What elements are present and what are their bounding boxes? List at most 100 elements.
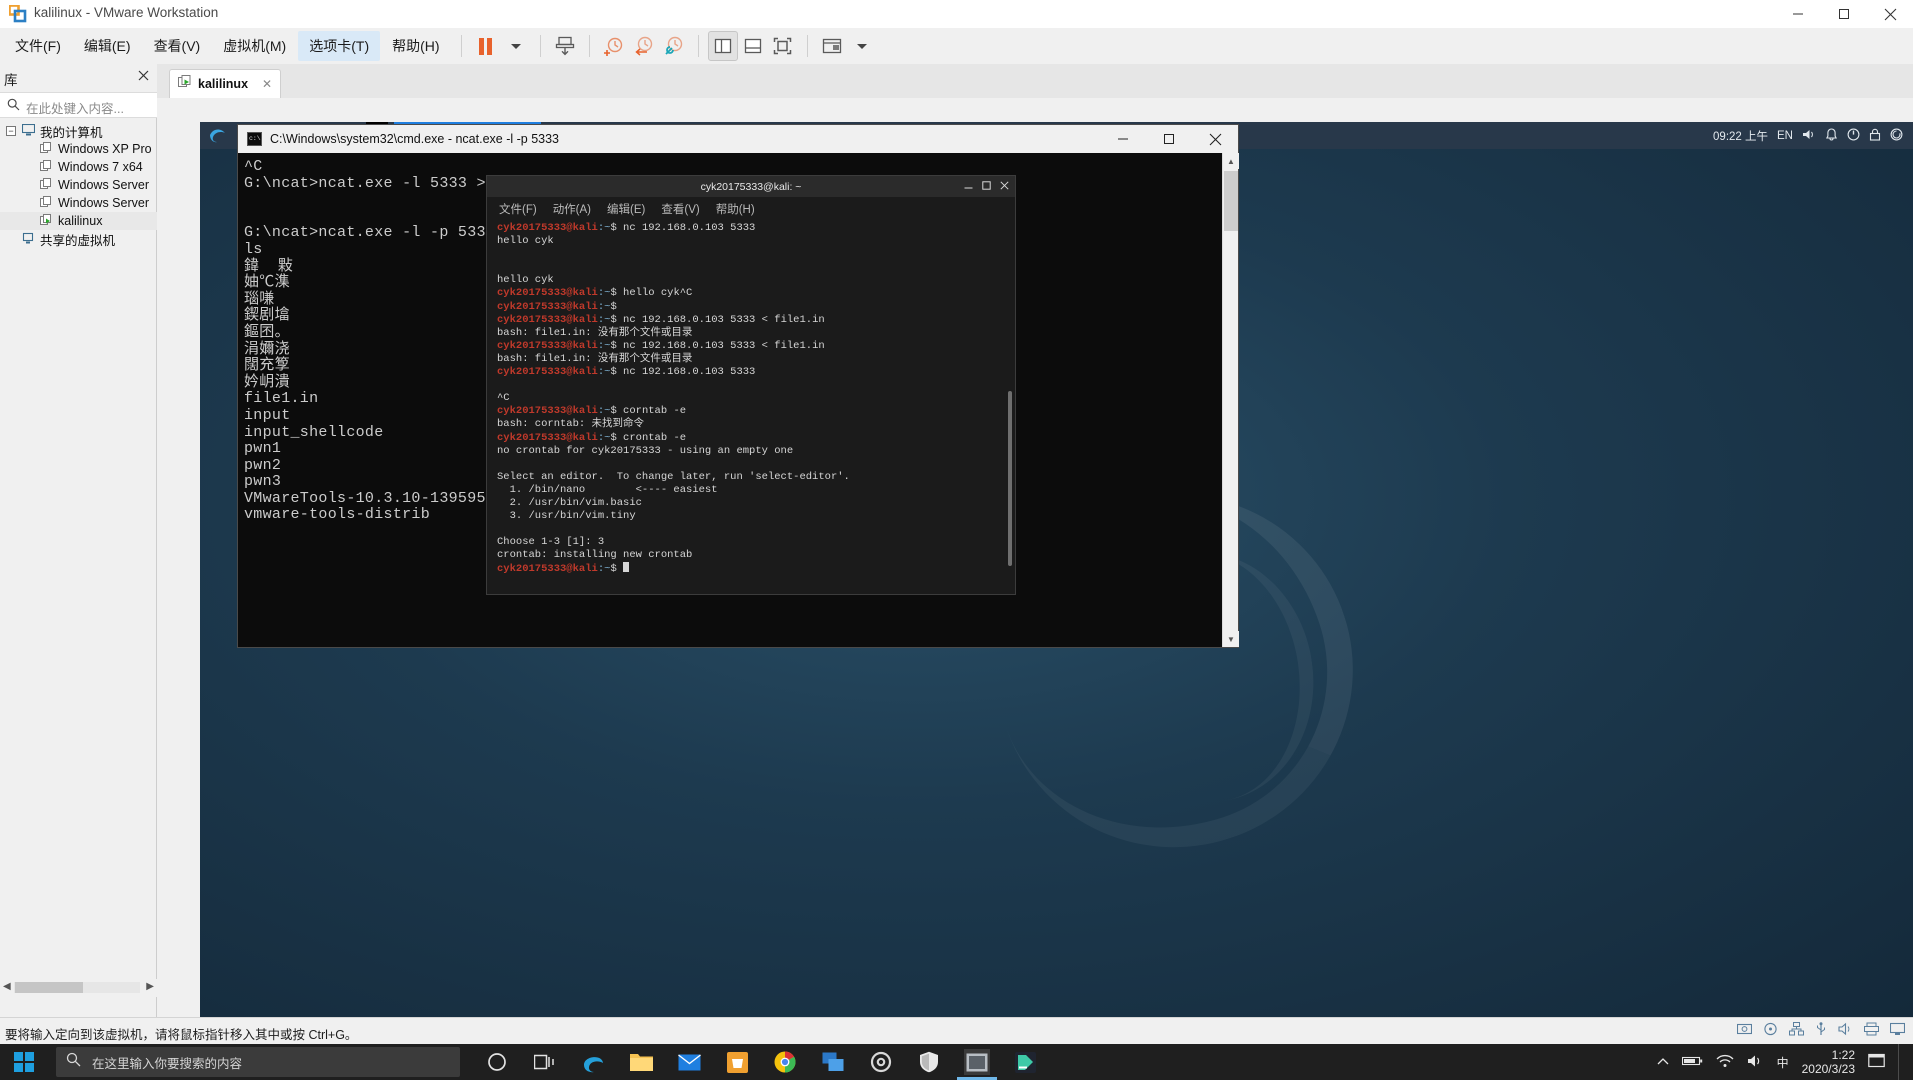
snapshot-manage-icon[interactable]: [659, 31, 689, 61]
network-icon[interactable]: [1789, 1022, 1804, 1041]
unity-mode-icon[interactable]: [817, 31, 847, 61]
fullscreen-icon[interactable]: [768, 31, 798, 61]
cortana-icon[interactable]: [484, 1049, 510, 1075]
dropdown-caret-icon[interactable]: [501, 31, 531, 61]
display-icon[interactable]: [1889, 1022, 1906, 1041]
vmware-close-button[interactable]: [1867, 0, 1913, 28]
snapshot-revert-icon[interactable]: [629, 31, 659, 61]
kali-menu-view[interactable]: 查看(V): [661, 201, 699, 217]
chrome-icon[interactable]: [772, 1049, 798, 1075]
kali-menu-help[interactable]: 帮助(H): [716, 201, 755, 217]
notification-bell-icon[interactable]: [1825, 127, 1838, 144]
vm-tab-kalilinux[interactable]: kalilinux ✕: [169, 69, 282, 98]
vmware-workstation-icon[interactable]: [957, 1049, 997, 1080]
power-icon[interactable]: [1847, 128, 1860, 144]
terminal-prompt-user: cyk20175333@kali: [497, 300, 598, 313]
terminal-prompt-path: :~: [597, 563, 611, 576]
windows-system-tray: 中 1:22 2020/3/23: [1657, 1044, 1913, 1080]
tree-node-windows-xp-pro[interactable]: Windows XP Pro: [0, 140, 157, 158]
tree-node-shared-vms[interactable]: 共享的虚拟机: [0, 230, 157, 248]
show-desktop-bar[interactable]: [1898, 1044, 1907, 1080]
close-icon[interactable]: ✕: [262, 77, 272, 91]
kali-menu-file[interactable]: 文件(F): [499, 201, 537, 217]
volume-icon[interactable]: [1747, 1054, 1764, 1071]
task-view-icon[interactable]: [532, 1049, 558, 1075]
windows-search-input[interactable]: 在这里输入你要搜索的内容: [56, 1047, 460, 1077]
chevron-up-icon[interactable]: ▲: [1223, 153, 1239, 169]
mail-icon[interactable]: [676, 1049, 702, 1075]
ime-icon[interactable]: 中: [1777, 1054, 1789, 1071]
menu-help[interactable]: 帮助(H): [381, 31, 450, 61]
kali-terminal-window[interactable]: cyk20175333@kali: ~ 文件(F) 动作(A) 编辑(E) 查看…: [486, 175, 1016, 595]
tree-node-windows-server-2[interactable]: Windows Server: [0, 194, 157, 212]
tree-node-kalilinux[interactable]: kalilinux: [0, 212, 157, 230]
library-search-input[interactable]: 在此处键入内容...: [0, 92, 157, 118]
cmd-minimize-button[interactable]: [1100, 125, 1146, 153]
menu-view[interactable]: 查看(V): [143, 31, 212, 61]
kali-terminal-close-button[interactable]: [1000, 180, 1009, 193]
cmd-vertical-scrollbar[interactable]: ▲ ▼: [1222, 153, 1239, 647]
snapshot-take-icon[interactable]: [599, 31, 629, 61]
chevron-down-icon[interactable]: ▼: [1223, 631, 1239, 647]
session-icon[interactable]: [1890, 128, 1903, 144]
scroll-right-icon[interactable]: ▶: [146, 981, 154, 992]
cmd-close-button[interactable]: [1192, 125, 1238, 153]
library-horizontal-scrollbar[interactable]: ◀ ▶: [0, 979, 157, 997]
show-library-icon[interactable]: [707, 31, 738, 61]
vmware-menubar: 文件(F) 编辑(E) 查看(V) 虚拟机(M) 选项卡(T) 帮助(H): [0, 28, 1913, 64]
kali-menu-edit[interactable]: 编辑(E): [607, 201, 645, 217]
terminal-command: $ nc 192.168.0.103 5333 < file1.in: [610, 339, 825, 352]
kali-menu-actions[interactable]: 动作(A): [553, 201, 591, 217]
vmware-minimize-button[interactable]: [1775, 0, 1821, 28]
scrollbar-thumb[interactable]: [15, 982, 83, 993]
tree-expander-icon[interactable]: −: [6, 126, 16, 136]
scroll-left-icon[interactable]: ◀: [3, 981, 11, 992]
security-icon[interactable]: [916, 1049, 942, 1075]
file-explorer-icon[interactable]: [628, 1049, 654, 1075]
tree-node-windows-7-x64[interactable]: Windows 7 x64: [0, 158, 157, 176]
edge-icon[interactable]: [580, 1049, 606, 1075]
vmware-device-icons: [1736, 1022, 1906, 1041]
microsoft-store-icon[interactable]: [724, 1049, 750, 1075]
kali-keyboard-layout[interactable]: EN: [1777, 130, 1793, 142]
show-thumbnail-bar-icon[interactable]: [738, 31, 768, 61]
chevron-up-icon[interactable]: [1657, 1055, 1669, 1069]
battery-icon[interactable]: [1681, 1055, 1703, 1070]
send-ctrl-alt-del-icon[interactable]: [550, 31, 580, 61]
scrollbar-thumb[interactable]: [1224, 171, 1238, 231]
usb-icon[interactable]: [1815, 1022, 1827, 1041]
cmd-maximize-button[interactable]: [1146, 125, 1192, 153]
remote-desktop-icon[interactable]: [820, 1049, 846, 1075]
menu-file[interactable]: 文件(F): [4, 31, 72, 61]
kali-dragon-icon[interactable]: [200, 122, 234, 149]
tree-label: kalilinux: [58, 214, 103, 228]
pycharm-icon[interactable]: [1012, 1049, 1038, 1075]
printer-icon[interactable]: [1864, 1022, 1879, 1041]
notification-center-icon[interactable]: [1868, 1053, 1885, 1071]
kali-terminal-scrollbar[interactable]: [1008, 391, 1012, 566]
windows-start-icon[interactable]: [0, 1044, 48, 1080]
kali-terminal-output[interactable]: cyk20175333@kali :~ $ nc 192.168.0.103 533…: [497, 222, 999, 592]
lock-icon[interactable]: [1869, 128, 1881, 144]
terminal-prompt-line: cyk20175333@kali:~$: [497, 301, 999, 314]
tree-node-my-computer[interactable]: − 我的计算机: [0, 122, 157, 140]
volume-icon[interactable]: [1802, 128, 1816, 144]
tree-node-windows-server-1[interactable]: Windows Server: [0, 176, 157, 194]
windows-taskbar-icons: [484, 1044, 1038, 1080]
network-icon[interactable]: [1716, 1054, 1734, 1071]
layout-caret-icon[interactable]: [847, 31, 877, 61]
windows-clock[interactable]: 1:22 2020/3/23: [1802, 1048, 1855, 1076]
settings-icon[interactable]: [868, 1049, 894, 1075]
pause-icon[interactable]: [471, 31, 501, 61]
kali-terminal-minimize-button[interactable]: [964, 181, 973, 193]
kali-clock[interactable]: 09:22 上午: [1713, 128, 1768, 144]
sound-icon[interactable]: [1838, 1022, 1853, 1041]
vmware-maximize-button[interactable]: [1821, 0, 1867, 28]
menu-edit[interactable]: 编辑(E): [73, 31, 142, 61]
cd-icon[interactable]: [1763, 1022, 1778, 1041]
menu-vm[interactable]: 虚拟机(M): [212, 31, 297, 61]
kali-terminal-maximize-button[interactable]: [982, 180, 991, 193]
menu-tabs[interactable]: 选项卡(T): [298, 31, 381, 61]
hdd-icon[interactable]: [1736, 1022, 1753, 1041]
close-icon[interactable]: [138, 68, 149, 84]
